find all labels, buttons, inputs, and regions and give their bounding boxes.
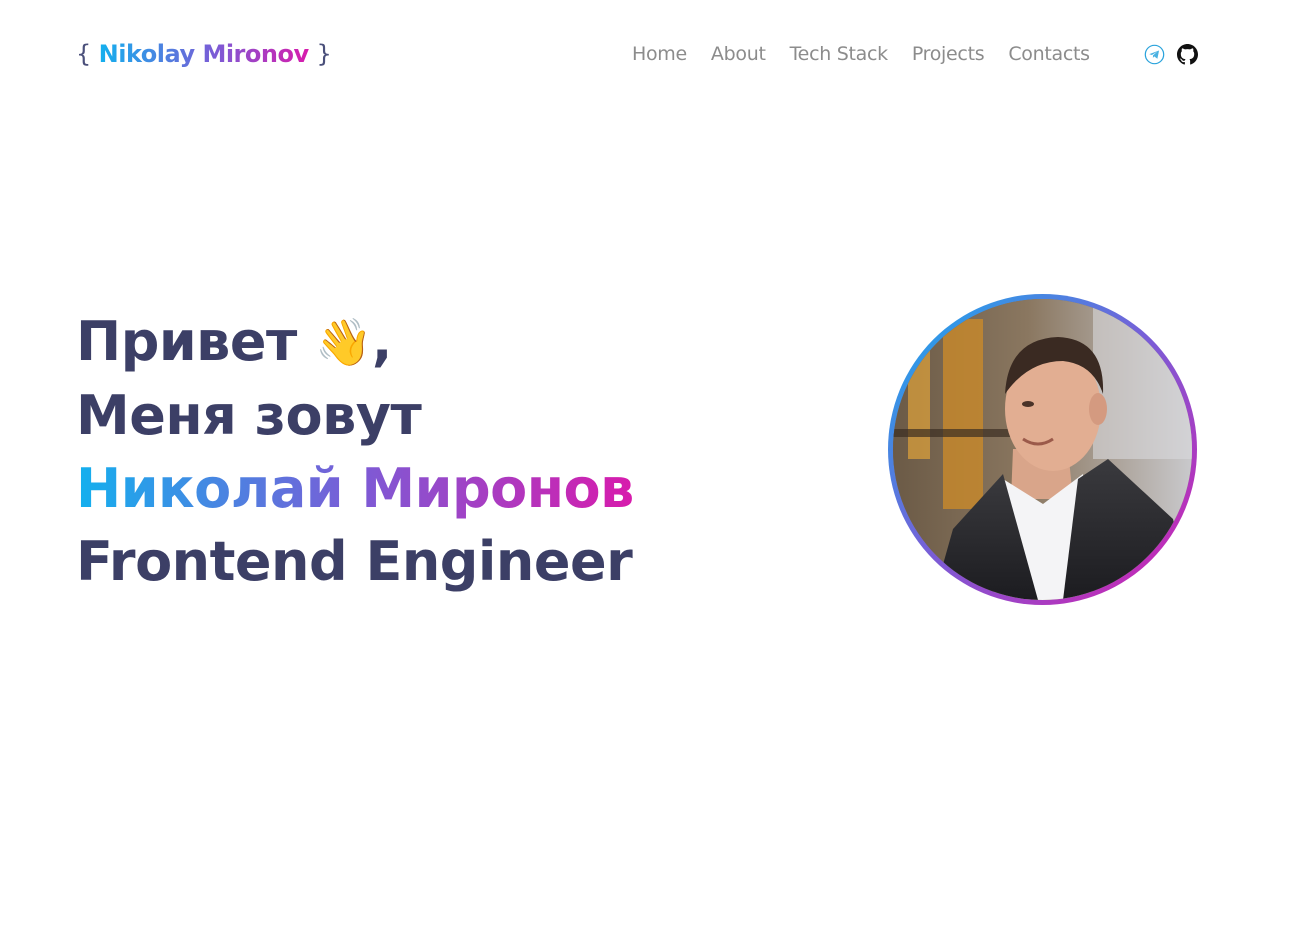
social-links xyxy=(1144,44,1198,65)
avatar xyxy=(893,299,1192,600)
logo-name: Nikolay Mironov xyxy=(98,40,309,68)
page: { Nikolay Mironov } Home About Tech Stac… xyxy=(0,0,1315,944)
hero-greeting-comma: , xyxy=(371,310,393,373)
nav-link-about[interactable]: About xyxy=(711,43,766,65)
hero-heading: Привет 👋, Меня зовут Николай Миронов Fro… xyxy=(76,305,634,598)
site-logo[interactable]: { Nikolay Mironov } xyxy=(76,40,332,68)
nav-link-projects[interactable]: Projects xyxy=(912,43,985,65)
github-icon[interactable] xyxy=(1177,44,1198,65)
hero-role: Frontend Engineer xyxy=(76,530,633,593)
hero-intro: Меня зовут xyxy=(76,384,422,447)
nav-link-contacts[interactable]: Contacts xyxy=(1008,43,1090,65)
waving-hand-icon: 👋 xyxy=(315,315,372,369)
hero-name: Николай Миронов xyxy=(76,452,634,525)
hero-greeting: Привет xyxy=(76,310,297,373)
telegram-icon[interactable] xyxy=(1144,44,1165,65)
logo-close-brace: } xyxy=(316,40,332,68)
main-nav: Home About Tech Stack Projects Contacts xyxy=(632,43,1114,65)
nav-link-home[interactable]: Home xyxy=(632,43,687,65)
logo-open-brace: { xyxy=(76,40,91,68)
avatar-ring xyxy=(888,294,1197,605)
hero-greeting-line: Привет 👋, xyxy=(76,305,634,379)
nav-link-tech-stack[interactable]: Tech Stack xyxy=(790,43,889,65)
